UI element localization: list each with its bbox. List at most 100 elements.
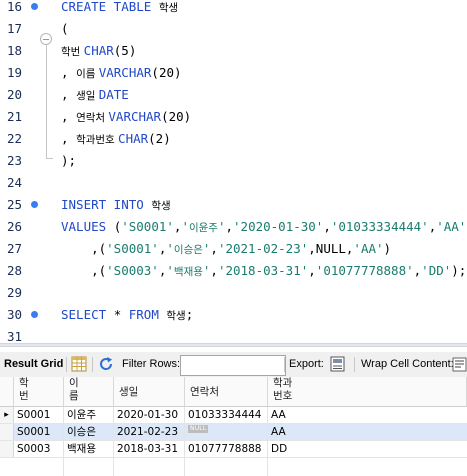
table-cell[interactable]: 2020-01-30 [114,407,178,424]
column-header-연락처[interactable]: 연락처 [185,377,268,407]
toolbar-separator [354,357,355,372]
table-cell[interactable]: 이윤주 [64,407,96,424]
row-header[interactable]: ▸ [0,407,14,424]
column-header-label: 생일 [119,386,139,398]
code-token: 백재용 [173,266,203,278]
code-line[interactable]: 18 학번 CHAR(5) [0,40,467,62]
wrap-toggle-icon[interactable] [452,357,467,372]
code-token: 'AA' [353,241,384,256]
filter-rows-input[interactable] [180,355,286,376]
statement-marker-icon[interactable] [31,3,38,10]
fold-guide-end [46,158,53,159]
table-cell[interactable]: 2021-02-23 [114,424,178,441]
code-token: ( [61,21,69,36]
row-header-corner [0,377,14,407]
code-token: 이름 [76,68,99,80]
table-cell[interactable]: 이승은 [64,424,96,441]
column-header-label: 학과 [273,377,293,389]
row-header[interactable] [0,441,14,458]
code-text: ); [61,150,76,172]
code-text: , 학과번호 CHAR(2) [61,128,171,151]
code-token: , [61,65,77,80]
code-text: 학번 CHAR(5) [61,40,136,63]
statement-marker-icon[interactable] [31,201,38,208]
line-number: 20 [6,87,22,102]
code-token: 학번 [61,46,84,58]
code-token: 이윤주 [188,222,218,234]
result-grid-tab[interactable]: Result Grid [4,352,63,377]
column-header-label: 름 [69,390,79,402]
result-grid[interactable]: 학 번 이 름 생일 연락처 학과 번호 ▸ S0001 이윤주 2020-01-30… [0,377,467,476]
code-line[interactable]: 29 [0,282,467,304]
code-line[interactable]: 21, 연락처 VARCHAR(20) [0,106,467,128]
code-token: 'DD' [421,263,452,278]
panel-splitter[interactable] [0,343,467,347]
sql-editor[interactable]: 16 CREATE TABLE 학생 17 (18 학번 CHAR(5) 19, 이름 V… [0,0,467,343]
code-line[interactable]: 23); [0,150,467,172]
code-text: VALUES ('S0001','이윤주','2020-01-30','0103… [61,216,467,239]
fold-marker[interactable] [40,33,54,161]
code-token: , [323,219,331,234]
code-token: DATE [98,87,129,102]
code-token: '01033334444' [330,219,429,234]
code-token: VALUES [61,219,114,234]
column-header-학과번호[interactable]: 학과 번호 [268,377,467,407]
code-line[interactable]: 30 SELECT * FROM 학생; [0,304,467,326]
code-line[interactable]: 26 VALUES ('S0001','이윤주','2020-01-30','01… [0,216,467,238]
column-divider [267,407,268,476]
result-toolbar: Result Grid Filter Rows: Export: Wrap Ce… [0,352,467,377]
column-header-label: 연락처 [190,386,219,398]
code-token: 'S0003' [106,263,159,278]
grid-view-icon[interactable] [71,356,87,372]
code-line[interactable]: 20, 생일 DATE [0,84,467,106]
table-cell[interactable]: 2018-03-31 [114,441,178,458]
code-token: 'AA' [436,219,467,234]
code-line[interactable]: 16 CREATE TABLE 학생 [0,0,467,18]
table-cell[interactable]: S0003 [14,441,50,458]
table-cell[interactable]: AA [268,407,286,424]
code-line[interactable]: 31 [0,326,467,343]
code-token: 이승은 [173,244,203,256]
code-token: 학과번호 [76,134,119,146]
toolbar-separator [284,357,285,372]
table-cell[interactable]: NULL [185,424,209,441]
code-line[interactable]: 28 ,('S0003','백재용','2018-03-31','0107777… [0,260,467,282]
code-token: VARCHAR [98,65,152,80]
code-token: '2018-03-31' [217,263,309,278]
line-number: 17 [6,21,22,36]
line-number: 26 [6,219,22,234]
line-number: 29 [6,285,22,300]
row-header[interactable] [0,424,14,441]
column-header-학번[interactable]: 학 번 [14,377,64,407]
code-token: VARCHAR [108,109,162,124]
code-token: CREATE TABLE [61,0,159,14]
table-cell[interactable]: 백재용 [64,441,96,458]
code-token: 'S0001' [121,219,174,234]
table-cell[interactable]: 01033334444 [185,407,262,424]
code-token: SELECT [61,307,114,322]
line-number: 27 [6,241,22,256]
code-line[interactable]: 24 [0,172,467,194]
column-header-생일[interactable]: 생일 [114,377,185,407]
code-token: ' [166,241,174,256]
table-cell[interactable]: S0001 [14,407,50,424]
code-line[interactable]: 19, 이름 VARCHAR(20) [0,62,467,84]
table-cell[interactable]: 01077778888 [185,441,262,458]
code-line[interactable]: 27 ,('S0001','이승은','2021-02-23',NULL,'AA… [0,238,467,260]
table-cell[interactable]: S0001 [14,424,50,441]
code-line[interactable]: 17 ( [0,18,467,40]
column-header-이름[interactable]: 이 름 [64,377,114,407]
code-line[interactable]: 25 INSERT INTO 학생 [0,194,467,216]
export-label: Export: [289,358,324,370]
code-line[interactable]: 22, 학과번호 CHAR(2) [0,128,467,150]
statement-marker-icon[interactable] [31,311,38,318]
code-token: ,( [61,241,107,256]
fold-guide [46,45,47,159]
table-cell[interactable]: AA [268,424,286,441]
fold-toggle-icon[interactable] [40,33,52,45]
table-cell[interactable]: DD [268,441,287,458]
line-number: 31 [6,329,22,343]
export-icon[interactable] [330,356,348,372]
code-text: , 연락처 VARCHAR(20) [61,106,191,129]
refresh-icon[interactable] [98,356,114,372]
